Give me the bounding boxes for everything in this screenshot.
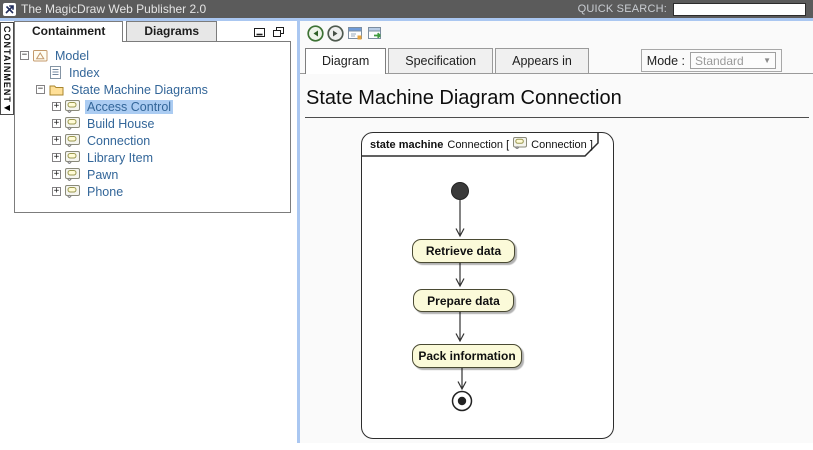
state-prepare-data[interactable]: Prepare data (413, 289, 514, 312)
index-icon (49, 66, 62, 79)
tree-label[interactable]: Build House (85, 117, 156, 131)
tree-row-phone[interactable]: + Phone (15, 183, 290, 200)
tree-label[interactable]: Connection (85, 134, 152, 148)
quick-search-label: QUICK SEARCH: (578, 3, 667, 15)
frame-header: state machine Connection [ Connection ] (370, 137, 593, 152)
magicdraw-logo-icon (3, 3, 16, 16)
expand-node-icon[interactable]: + (52, 102, 61, 111)
chevron-down-icon: ▼ (763, 56, 771, 65)
state-machine-diagram-icon (65, 151, 80, 164)
state-machine-diagram-icon (65, 168, 80, 181)
cascade-windows-icon[interactable] (272, 25, 285, 43)
state-machine-diagram-icon (65, 117, 80, 130)
content-panel: Diagram Specification Appears in Mode : … (300, 21, 813, 443)
model-icon (33, 49, 48, 62)
show-in-containment-tree-icon[interactable] (347, 25, 364, 42)
containment-tree: − Model Index − State Machine Diagrams (14, 41, 291, 213)
title-bar: The MagicDraw Web Publisher 2.0 QUICK SE… (0, 0, 813, 18)
app-title: The MagicDraw Web Publisher 2.0 (21, 2, 206, 16)
state-machine-diagram-icon (65, 134, 80, 147)
page-title: State Machine Diagram Connection (306, 87, 813, 110)
state-machine-diagram-icon (65, 185, 80, 198)
tree-label[interactable]: Model (53, 49, 91, 63)
diagram-canvas: state machine Connection [ Connection ] … (300, 118, 813, 438)
state-machine-frame: state machine Connection [ Connection ] … (361, 132, 614, 439)
tab-containment[interactable]: Containment (14, 21, 123, 42)
mode-value: Standard (695, 54, 744, 68)
expand-node-icon[interactable]: + (52, 170, 61, 179)
tree-label[interactable]: Pawn (85, 168, 120, 182)
quick-search-input[interactable] (673, 3, 806, 16)
folder-icon (49, 84, 64, 96)
state-retrieve-data[interactable]: Retrieve data (412, 239, 515, 263)
expand-node-icon[interactable]: + (52, 119, 61, 128)
initial-state-node (452, 183, 469, 200)
tab-diagram[interactable]: Diagram (305, 48, 386, 74)
containment-side-tab-label: CONTAINMENT (2, 26, 12, 103)
navigation-panel: CONTAINMENT ◀ Containment Diagrams − Mod… (0, 21, 297, 443)
tree-label[interactable]: State Machine Diagrams (69, 83, 210, 97)
tree-row-connection[interactable]: + Connection (15, 132, 290, 149)
frame-keyword: state machine (370, 139, 443, 151)
tree-row-state-machine-diagrams[interactable]: − State Machine Diagrams (15, 81, 290, 98)
tree-row-pawn[interactable]: + Pawn (15, 166, 290, 183)
transitions-layer (362, 133, 612, 437)
mode-label: Mode : (647, 54, 685, 68)
tab-diagrams[interactable]: Diagrams (126, 21, 217, 41)
tree-label-selected[interactable]: Access Control (85, 100, 173, 114)
tab-specification[interactable]: Specification (388, 48, 493, 73)
expand-node-icon[interactable]: + (52, 136, 61, 145)
expand-node-icon[interactable]: + (52, 153, 61, 162)
containment-side-tab[interactable]: CONTAINMENT ◀ (0, 22, 14, 115)
content-tab-strip: Diagram Specification Appears in Mode : … (300, 46, 813, 74)
navigation-toolbar (300, 21, 813, 46)
back-icon[interactable] (307, 25, 324, 42)
frame-title-right: Connection ] (531, 139, 593, 151)
tree-row-index[interactable]: Index (15, 64, 290, 81)
panel-window-controls (253, 25, 285, 43)
collapse-node-icon[interactable]: − (20, 51, 29, 60)
tree-label[interactable]: Phone (85, 185, 125, 199)
tab-appears-in[interactable]: Appears in (495, 48, 589, 73)
minimize-panel-icon[interactable] (253, 25, 266, 43)
frame-title-left: Connection [ (447, 139, 509, 151)
state-machine-diagram-icon (65, 100, 80, 113)
mode-box: Mode : Standard ▼ (641, 49, 782, 72)
tree-row-model[interactable]: − Model (15, 47, 290, 64)
collapse-node-icon[interactable]: − (36, 85, 45, 94)
mode-select[interactable]: Standard ▼ (690, 52, 776, 69)
bottom-margin (0, 443, 813, 450)
forward-icon[interactable] (327, 25, 344, 42)
tree-label[interactable]: Library Item (85, 151, 155, 165)
tree-row-build-house[interactable]: + Build House (15, 115, 290, 132)
tree-label[interactable]: Index (67, 66, 102, 80)
state-machine-diagram-icon (513, 137, 527, 152)
collapse-panel-icon[interactable]: ◀ (4, 104, 10, 112)
tree-row-library-item[interactable]: + Library Item (15, 149, 290, 166)
state-pack-information[interactable]: Pack information (412, 344, 522, 368)
open-in-new-window-icon[interactable] (367, 25, 384, 42)
expand-node-icon[interactable]: + (52, 187, 61, 196)
tree-row-access-control[interactable]: + Access Control (15, 98, 290, 115)
